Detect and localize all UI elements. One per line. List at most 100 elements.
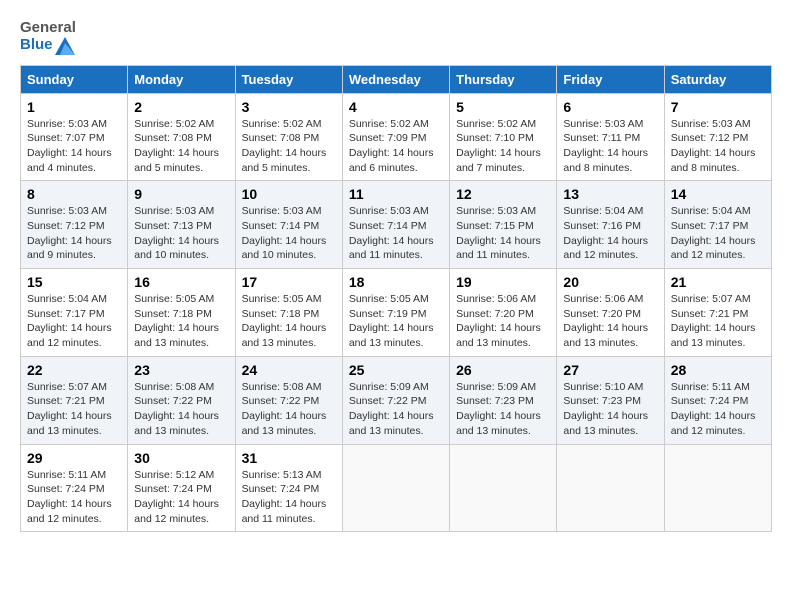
day-detail: Sunrise: 5:06 AMSunset: 7:20 PMDaylight:… bbox=[563, 293, 648, 349]
calendar-cell: 22 Sunrise: 5:07 AMSunset: 7:21 PMDaylig… bbox=[21, 356, 128, 444]
day-number: 8 bbox=[27, 186, 121, 202]
calendar-cell bbox=[557, 444, 664, 532]
day-detail: Sunrise: 5:03 AMSunset: 7:07 PMDaylight:… bbox=[27, 118, 112, 174]
day-number: 10 bbox=[242, 186, 336, 202]
day-detail: Sunrise: 5:02 AMSunset: 7:08 PMDaylight:… bbox=[242, 118, 327, 174]
calendar-cell: 2 Sunrise: 5:02 AMSunset: 7:08 PMDayligh… bbox=[128, 93, 235, 181]
day-number: 26 bbox=[456, 362, 550, 378]
day-number: 5 bbox=[456, 99, 550, 115]
day-detail: Sunrise: 5:13 AMSunset: 7:24 PMDaylight:… bbox=[242, 469, 327, 525]
day-number: 9 bbox=[134, 186, 228, 202]
day-detail: Sunrise: 5:12 AMSunset: 7:24 PMDaylight:… bbox=[134, 469, 219, 525]
day-number: 7 bbox=[671, 99, 765, 115]
day-detail: Sunrise: 5:11 AMSunset: 7:24 PMDaylight:… bbox=[27, 469, 112, 525]
calendar-table: SundayMondayTuesdayWednesdayThursdayFrid… bbox=[20, 65, 772, 533]
calendar-cell bbox=[664, 444, 771, 532]
day-detail: Sunrise: 5:03 AMSunset: 7:12 PMDaylight:… bbox=[671, 118, 756, 174]
day-detail: Sunrise: 5:04 AMSunset: 7:17 PMDaylight:… bbox=[27, 293, 112, 349]
calendar-cell bbox=[450, 444, 557, 532]
calendar-cell: 26 Sunrise: 5:09 AMSunset: 7:23 PMDaylig… bbox=[450, 356, 557, 444]
day-number: 20 bbox=[563, 274, 657, 290]
day-detail: Sunrise: 5:03 AMSunset: 7:13 PMDaylight:… bbox=[134, 205, 219, 261]
day-number: 14 bbox=[671, 186, 765, 202]
day-number: 17 bbox=[242, 274, 336, 290]
day-detail: Sunrise: 5:02 AMSunset: 7:09 PMDaylight:… bbox=[349, 118, 434, 174]
calendar-header-friday: Friday bbox=[557, 65, 664, 93]
day-number: 29 bbox=[27, 450, 121, 466]
page-header: General Blue bbox=[20, 20, 772, 55]
day-detail: Sunrise: 5:02 AMSunset: 7:10 PMDaylight:… bbox=[456, 118, 541, 174]
day-number: 2 bbox=[134, 99, 228, 115]
calendar-cell: 6 Sunrise: 5:03 AMSunset: 7:11 PMDayligh… bbox=[557, 93, 664, 181]
day-detail: Sunrise: 5:06 AMSunset: 7:20 PMDaylight:… bbox=[456, 293, 541, 349]
day-number: 22 bbox=[27, 362, 121, 378]
calendar-cell: 9 Sunrise: 5:03 AMSunset: 7:13 PMDayligh… bbox=[128, 181, 235, 269]
day-detail: Sunrise: 5:08 AMSunset: 7:22 PMDaylight:… bbox=[242, 381, 327, 437]
calendar-cell: 27 Sunrise: 5:10 AMSunset: 7:23 PMDaylig… bbox=[557, 356, 664, 444]
calendar-header-thursday: Thursday bbox=[450, 65, 557, 93]
calendar-cell: 16 Sunrise: 5:05 AMSunset: 7:18 PMDaylig… bbox=[128, 269, 235, 357]
calendar-cell: 21 Sunrise: 5:07 AMSunset: 7:21 PMDaylig… bbox=[664, 269, 771, 357]
day-detail: Sunrise: 5:10 AMSunset: 7:23 PMDaylight:… bbox=[563, 381, 648, 437]
day-detail: Sunrise: 5:05 AMSunset: 7:19 PMDaylight:… bbox=[349, 293, 434, 349]
calendar-header-sunday: Sunday bbox=[21, 65, 128, 93]
day-detail: Sunrise: 5:09 AMSunset: 7:22 PMDaylight:… bbox=[349, 381, 434, 437]
day-detail: Sunrise: 5:05 AMSunset: 7:18 PMDaylight:… bbox=[242, 293, 327, 349]
calendar-week-row: 22 Sunrise: 5:07 AMSunset: 7:21 PMDaylig… bbox=[21, 356, 772, 444]
logo-general: General bbox=[20, 20, 76, 37]
calendar-cell: 31 Sunrise: 5:13 AMSunset: 7:24 PMDaylig… bbox=[235, 444, 342, 532]
calendar-cell: 14 Sunrise: 5:04 AMSunset: 7:17 PMDaylig… bbox=[664, 181, 771, 269]
day-number: 13 bbox=[563, 186, 657, 202]
day-number: 19 bbox=[456, 274, 550, 290]
calendar-cell: 20 Sunrise: 5:06 AMSunset: 7:20 PMDaylig… bbox=[557, 269, 664, 357]
calendar-week-row: 1 Sunrise: 5:03 AMSunset: 7:07 PMDayligh… bbox=[21, 93, 772, 181]
calendar-cell: 13 Sunrise: 5:04 AMSunset: 7:16 PMDaylig… bbox=[557, 181, 664, 269]
calendar-week-row: 8 Sunrise: 5:03 AMSunset: 7:12 PMDayligh… bbox=[21, 181, 772, 269]
day-number: 1 bbox=[27, 99, 121, 115]
calendar-cell: 29 Sunrise: 5:11 AMSunset: 7:24 PMDaylig… bbox=[21, 444, 128, 532]
day-detail: Sunrise: 5:03 AMSunset: 7:11 PMDaylight:… bbox=[563, 118, 648, 174]
calendar-cell: 15 Sunrise: 5:04 AMSunset: 7:17 PMDaylig… bbox=[21, 269, 128, 357]
day-detail: Sunrise: 5:04 AMSunset: 7:16 PMDaylight:… bbox=[563, 205, 648, 261]
day-detail: Sunrise: 5:04 AMSunset: 7:17 PMDaylight:… bbox=[671, 205, 756, 261]
day-number: 4 bbox=[349, 99, 443, 115]
calendar-header-tuesday: Tuesday bbox=[235, 65, 342, 93]
day-detail: Sunrise: 5:07 AMSunset: 7:21 PMDaylight:… bbox=[27, 381, 112, 437]
day-number: 24 bbox=[242, 362, 336, 378]
day-number: 11 bbox=[349, 186, 443, 202]
calendar-cell: 18 Sunrise: 5:05 AMSunset: 7:19 PMDaylig… bbox=[342, 269, 449, 357]
calendar-header-saturday: Saturday bbox=[664, 65, 771, 93]
day-number: 12 bbox=[456, 186, 550, 202]
day-detail: Sunrise: 5:09 AMSunset: 7:23 PMDaylight:… bbox=[456, 381, 541, 437]
calendar-cell: 24 Sunrise: 5:08 AMSunset: 7:22 PMDaylig… bbox=[235, 356, 342, 444]
day-detail: Sunrise: 5:05 AMSunset: 7:18 PMDaylight:… bbox=[134, 293, 219, 349]
calendar-cell: 17 Sunrise: 5:05 AMSunset: 7:18 PMDaylig… bbox=[235, 269, 342, 357]
day-number: 23 bbox=[134, 362, 228, 378]
day-number: 27 bbox=[563, 362, 657, 378]
calendar-cell: 11 Sunrise: 5:03 AMSunset: 7:14 PMDaylig… bbox=[342, 181, 449, 269]
calendar-cell: 12 Sunrise: 5:03 AMSunset: 7:15 PMDaylig… bbox=[450, 181, 557, 269]
calendar-cell: 28 Sunrise: 5:11 AMSunset: 7:24 PMDaylig… bbox=[664, 356, 771, 444]
day-detail: Sunrise: 5:02 AMSunset: 7:08 PMDaylight:… bbox=[134, 118, 219, 174]
day-detail: Sunrise: 5:11 AMSunset: 7:24 PMDaylight:… bbox=[671, 381, 756, 437]
calendar-cell: 3 Sunrise: 5:02 AMSunset: 7:08 PMDayligh… bbox=[235, 93, 342, 181]
day-number: 30 bbox=[134, 450, 228, 466]
calendar-cell bbox=[342, 444, 449, 532]
calendar-week-row: 29 Sunrise: 5:11 AMSunset: 7:24 PMDaylig… bbox=[21, 444, 772, 532]
calendar-cell: 25 Sunrise: 5:09 AMSunset: 7:22 PMDaylig… bbox=[342, 356, 449, 444]
calendar-cell: 19 Sunrise: 5:06 AMSunset: 7:20 PMDaylig… bbox=[450, 269, 557, 357]
calendar-header-wednesday: Wednesday bbox=[342, 65, 449, 93]
logo-blue: Blue bbox=[20, 37, 53, 54]
calendar-cell: 7 Sunrise: 5:03 AMSunset: 7:12 PMDayligh… bbox=[664, 93, 771, 181]
calendar-cell: 10 Sunrise: 5:03 AMSunset: 7:14 PMDaylig… bbox=[235, 181, 342, 269]
calendar-cell: 5 Sunrise: 5:02 AMSunset: 7:10 PMDayligh… bbox=[450, 93, 557, 181]
calendar-cell: 23 Sunrise: 5:08 AMSunset: 7:22 PMDaylig… bbox=[128, 356, 235, 444]
calendar-cell: 1 Sunrise: 5:03 AMSunset: 7:07 PMDayligh… bbox=[21, 93, 128, 181]
day-number: 6 bbox=[563, 99, 657, 115]
calendar-cell: 4 Sunrise: 5:02 AMSunset: 7:09 PMDayligh… bbox=[342, 93, 449, 181]
day-detail: Sunrise: 5:07 AMSunset: 7:21 PMDaylight:… bbox=[671, 293, 756, 349]
day-number: 16 bbox=[134, 274, 228, 290]
calendar-cell: 8 Sunrise: 5:03 AMSunset: 7:12 PMDayligh… bbox=[21, 181, 128, 269]
day-number: 3 bbox=[242, 99, 336, 115]
day-number: 28 bbox=[671, 362, 765, 378]
